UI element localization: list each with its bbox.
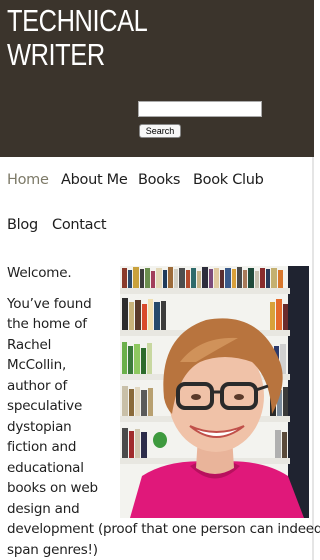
intro-line: educational — [7, 459, 84, 476]
intro-line: speculative — [7, 398, 83, 414]
intro-line: author of — [7, 377, 67, 394]
main-content: Welcome. You’ve found the home of Rachel… — [7, 263, 320, 560]
intro-line: McCollin, — [7, 357, 67, 373]
nav-blog[interactable]: Blog — [7, 217, 38, 233]
intro-line: the home of — [7, 316, 87, 332]
nav-home[interactable]: Home — [7, 172, 49, 188]
intro-line: development (proof that one person can i… — [7, 521, 320, 537]
search-input[interactable] — [138, 101, 262, 117]
nav-contact[interactable]: Contact — [52, 217, 107, 233]
welcome-text: Welcome. — [7, 265, 72, 281]
intro-line: You’ve found — [7, 295, 92, 312]
site-title-line-2: WRITER — [7, 37, 105, 72]
intro-line: fiction and — [7, 439, 77, 455]
intro-line: design and — [7, 500, 80, 517]
intro-line: books on web — [7, 480, 98, 496]
intro-line: Rachel — [7, 336, 52, 353]
nav-books[interactable]: Books — [138, 172, 180, 188]
site-title[interactable]: TECHNICAL WRITER — [7, 4, 171, 72]
site-title-line-1: TECHNICAL — [7, 3, 148, 38]
intro-line: span genres!) — [7, 541, 98, 558]
nav-about-me[interactable]: About Me — [61, 172, 128, 188]
intro-line: dystopian — [7, 418, 72, 435]
nav-book-club[interactable]: Book Club — [193, 172, 264, 188]
site-header: TECHNICAL WRITER Search — [0, 0, 314, 157]
search-button[interactable]: Search — [139, 124, 181, 138]
